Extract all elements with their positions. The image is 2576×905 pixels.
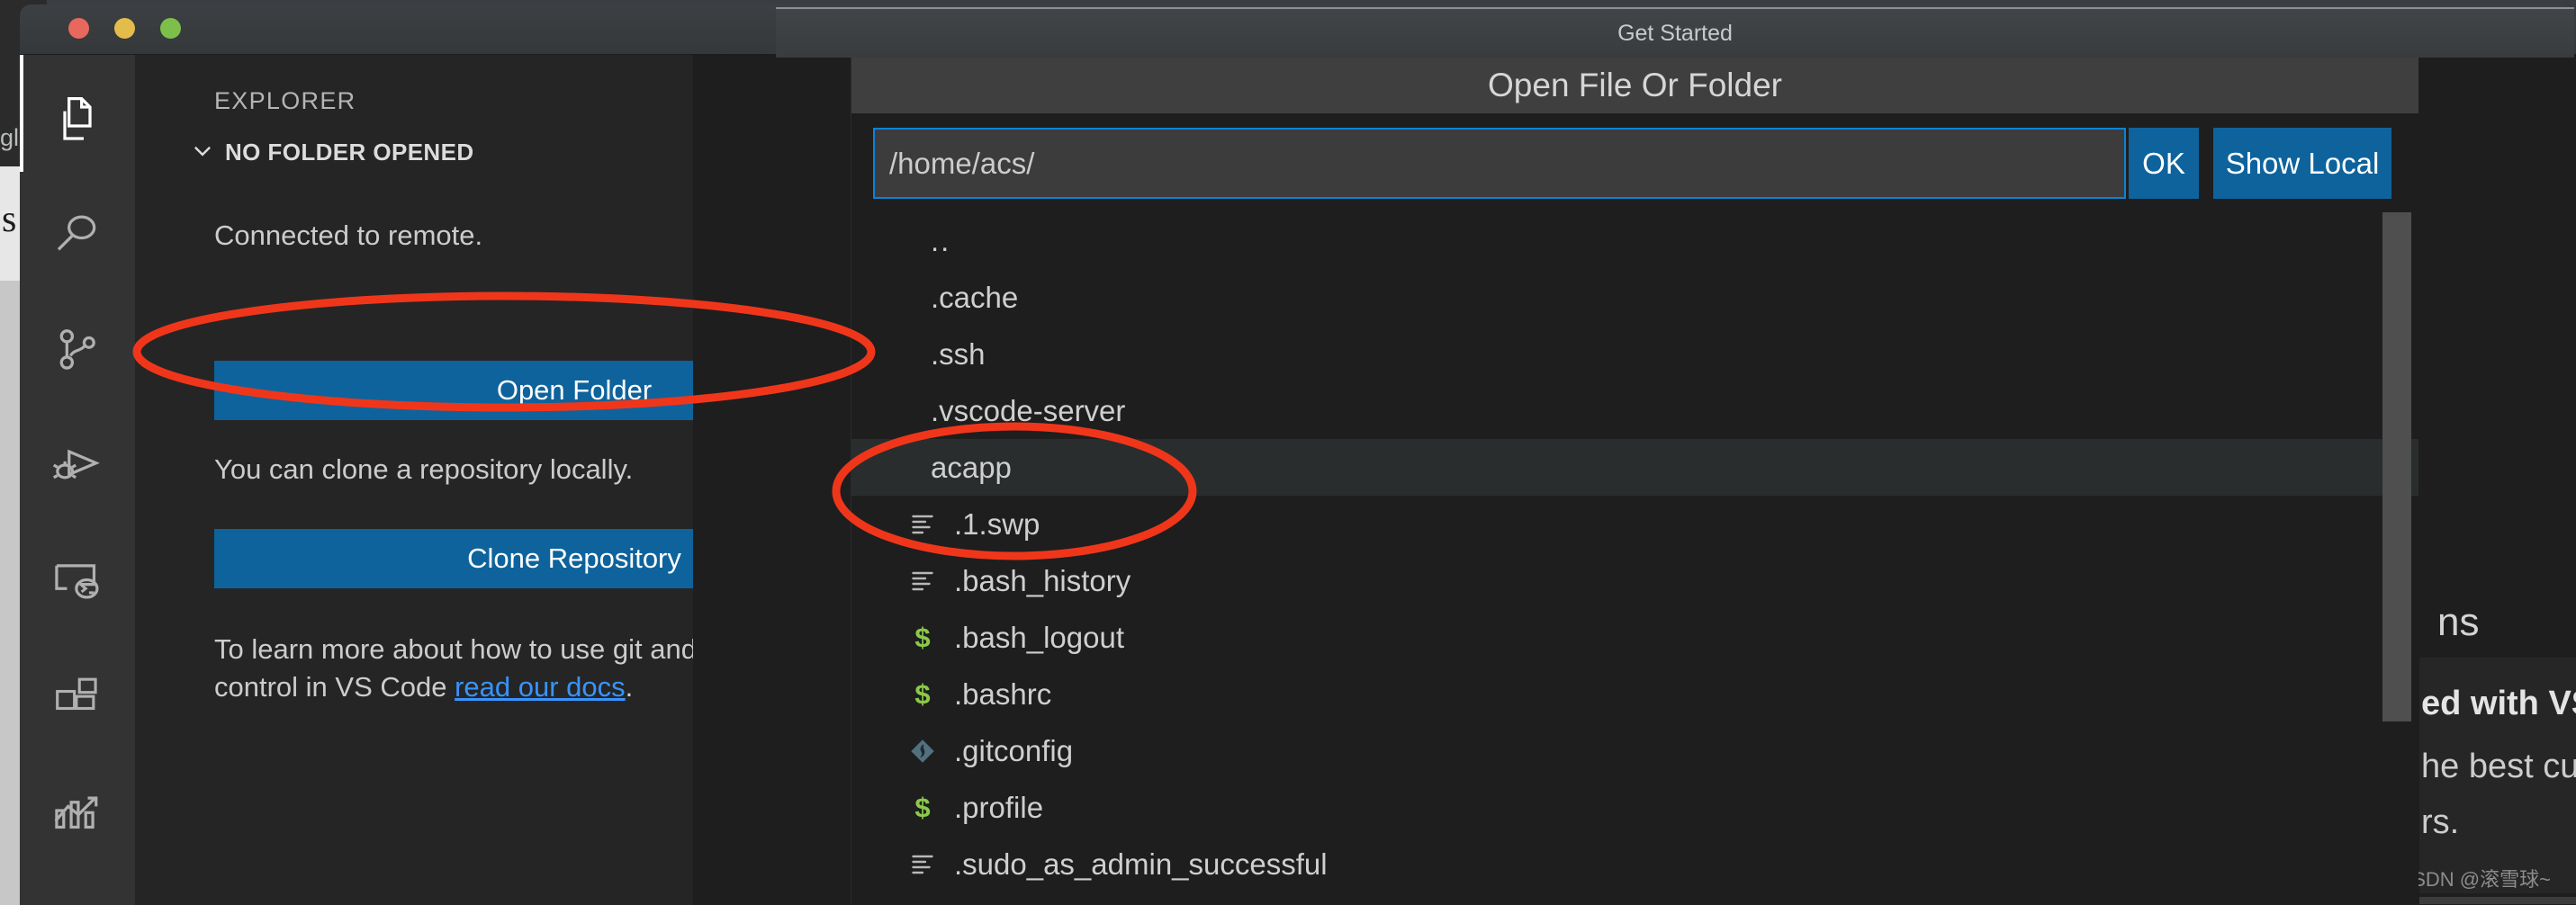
editor-text-line-3: rs. [2421, 803, 2460, 841]
file-name: .profile [954, 790, 1044, 824]
text-icon [907, 509, 938, 540]
path-input[interactable] [873, 128, 2126, 199]
dialog-header: Open File Or Folder [851, 58, 2418, 113]
file-name: .bash_logout [954, 620, 1124, 654]
search-icon [52, 210, 103, 260]
activity-bar [20, 55, 135, 905]
source-control-icon [52, 325, 103, 375]
files-icon [52, 94, 103, 145]
clone-hint-text: You can clone a repository locally. [214, 453, 634, 485]
file-name: .sudo_as_admin_successful [954, 847, 1328, 881]
file-list-scrollbar-thumb[interactable] [2382, 212, 2411, 721]
close-button[interactable] [68, 18, 89, 39]
connected-status-text: Connected to remote. [214, 220, 483, 251]
background-browser-letter: s [2, 199, 17, 240]
dialog-window-title: Get Started [1617, 20, 1733, 46]
file-list-item[interactable]: .bash_history [851, 552, 2418, 609]
read-our-docs-link[interactable]: read our docs [455, 671, 626, 703]
file-list-item[interactable]: .sudo_as_admin_successful [851, 836, 2418, 892]
editor-text-line-1: ed with VS [2421, 685, 2576, 722]
extensions-icon [51, 669, 104, 721]
sidebar-item-analytics[interactable] [20, 753, 135, 868]
file-list-item[interactable]: .ssh [851, 326, 2418, 382]
watermark: CSDN @滚雪球~ [2398, 868, 2551, 891]
learn-more-suffix: . [625, 670, 634, 703]
sidebar-item-search[interactable] [20, 177, 135, 292]
text-icon [907, 566, 938, 596]
explorer-sidebar: EXPLORER NO FOLDER OPENED Connected to r… [135, 55, 934, 905]
editor-heading-fragment: ns [2437, 600, 2480, 644]
screen: gl s EXPLORER NO FOLDER OPENED Connected… [0, 0, 2576, 905]
section-label: NO FOLDER OPENED [225, 139, 474, 166]
text-icon [907, 849, 938, 880]
file-name: .bashrc [954, 677, 1052, 711]
file-list-item[interactable]: .cache [851, 269, 2418, 326]
sidebar-item-remote-explorer[interactable] [20, 523, 135, 638]
file-list[interactable]: .. .cache .ssh .vscode-server acapp .1.swp .ba… [851, 212, 2418, 905]
shell-icon: $ [914, 678, 931, 710]
sidebar-item-extensions[interactable] [20, 638, 135, 753]
minimize-button[interactable] [114, 18, 135, 39]
remote-explorer-icon [50, 553, 104, 607]
file-name: .gitconfig [954, 733, 1074, 767]
file-list-item[interactable]: .1.swp [851, 496, 2418, 552]
show-local-button[interactable]: Show Local [2213, 128, 2391, 199]
file-list-item[interactable]: .vscode-server [851, 382, 2418, 439]
file-list-item[interactable]: acapp [851, 439, 2418, 496]
analytics-icon [50, 784, 104, 838]
file-list-item[interactable]: $ .profile [851, 779, 2418, 836]
file-name: .. [931, 223, 951, 257]
file-name: .1.swp [954, 506, 1040, 541]
ok-button[interactable]: OK [2129, 128, 2199, 199]
git-icon [907, 736, 938, 766]
page-title: EXPLORER [214, 87, 356, 114]
file-name: .vscode-server [931, 393, 1126, 427]
dialog-title: Open File Or Folder [1488, 67, 1782, 103]
sidebar-item-explorer[interactable] [20, 62, 135, 177]
run-debug-icon [50, 438, 104, 492]
file-name: .cache [931, 280, 1019, 314]
shell-icon: $ [914, 792, 931, 823]
dialog-titlebar: Get Started [776, 7, 2574, 58]
file-list-item[interactable]: $ .bashrc [851, 666, 2418, 722]
file-list-item[interactable]: .gitconfig [851, 722, 2418, 779]
background-browser-text: gl [0, 124, 20, 151]
no-folder-section-header[interactable]: NO FOLDER OPENED [191, 139, 474, 166]
file-name: .bash_history [954, 563, 1131, 597]
editor-text-line-2: he best cus [2421, 748, 2576, 785]
file-name: .ssh [931, 336, 986, 371]
open-file-or-folder-dialog: Open File Or Folder OK Show Local .. .cac… [851, 58, 2418, 905]
shell-icon: $ [914, 622, 931, 653]
file-list-item[interactable]: .. [851, 212, 2418, 269]
sidebar-item-run-and-debug[interactable] [20, 408, 135, 523]
editor-divider [2419, 897, 2576, 904]
maximize-button[interactable] [160, 18, 181, 39]
dialog-path-row: OK Show Local [851, 113, 2418, 212]
sidebar-item-source-control[interactable] [20, 292, 135, 408]
chevron-down-icon [191, 139, 214, 166]
file-name: acapp [931, 450, 1012, 484]
file-list-item[interactable]: $ .bash_logout [851, 609, 2418, 666]
